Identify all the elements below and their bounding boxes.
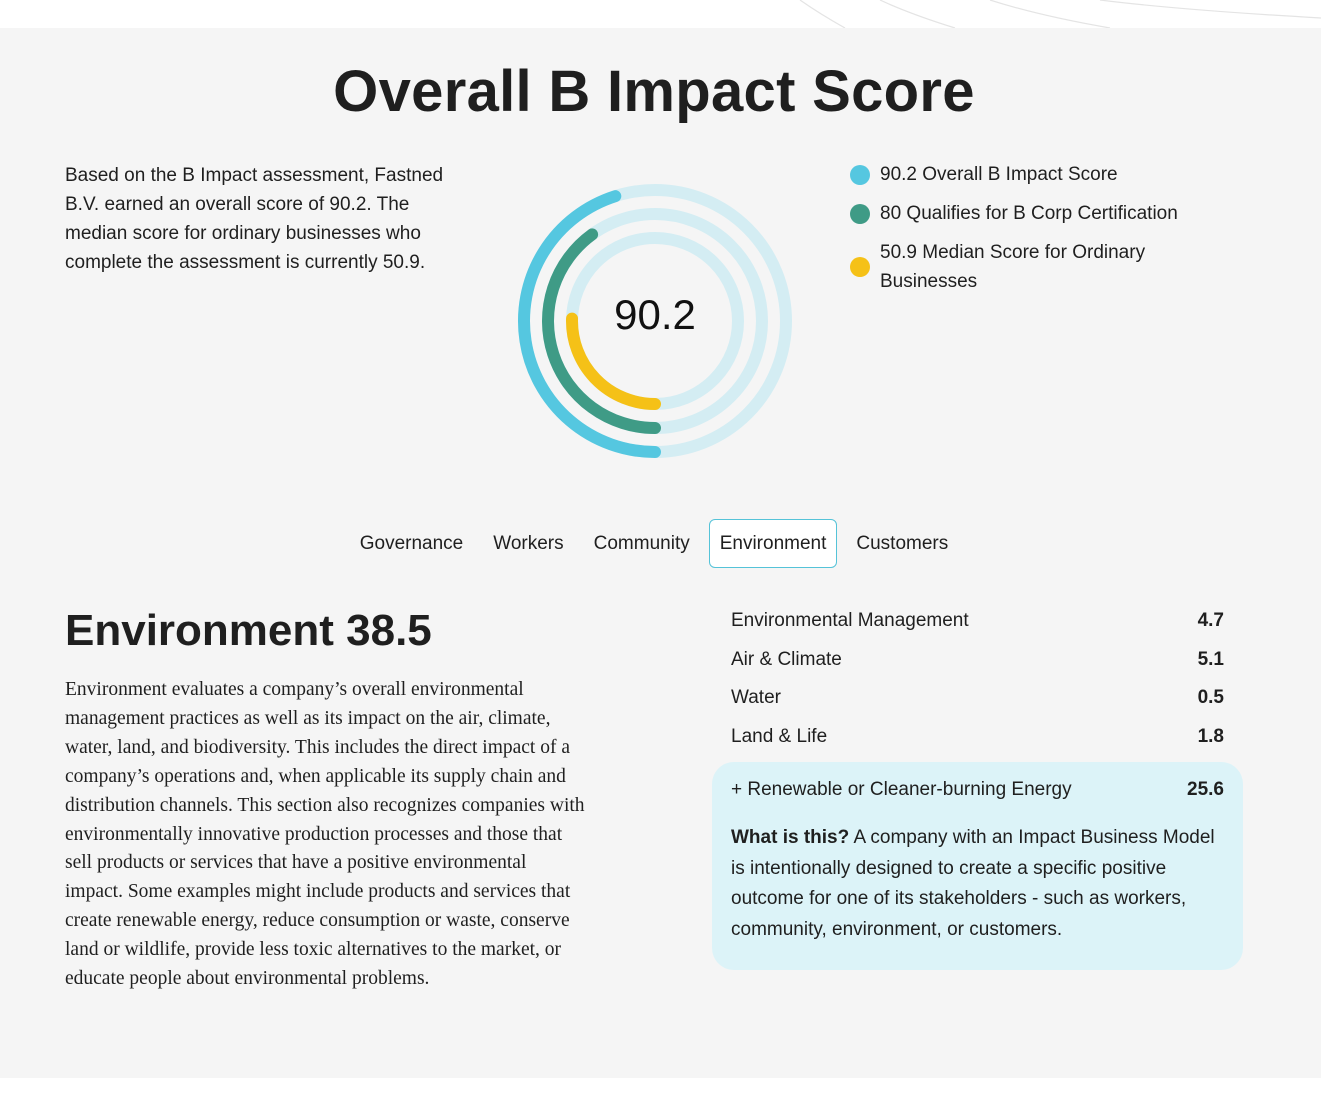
section-description: Environment evaluates a company’s overal… — [65, 679, 585, 990]
metric-label: Environmental Management — [731, 610, 969, 632]
legend-label: 80 Qualifies for B Corp Certification — [880, 203, 1178, 224]
decorative-curves — [799, 0, 1321, 28]
impact-explanation: What is this? A company with an Impact B… — [731, 823, 1224, 945]
intro-text: Based on the B Impact assessment, Fastne… — [65, 165, 444, 273]
score-legend: 90.2 Overall B Impact Score 80 Qualifies… — [849, 160, 1209, 306]
tab-community[interactable]: Community — [583, 519, 701, 568]
metric-value: 0.5 — [1197, 687, 1224, 709]
legend-item-certification: 80 Qualifies for B Corp Certification — [849, 199, 1209, 228]
what-is-this-label: What is this? — [731, 827, 850, 848]
tab-governance[interactable]: Governance — [349, 519, 475, 568]
legend-dot-overall — [850, 165, 870, 185]
metric-value: 1.8 — [1197, 725, 1224, 747]
legend-item-overall: 90.2 Overall B Impact Score — [849, 160, 1209, 189]
legend-dot-certification — [850, 204, 870, 224]
metric-label: Water — [731, 687, 781, 709]
metric-label: Air & Climate — [731, 648, 842, 670]
metric-value: 5.1 — [1197, 648, 1224, 670]
metrics-list: Environmental Management 4.7 Air & Clima… — [731, 602, 1224, 756]
impact-value: 25.6 — [1187, 779, 1224, 800]
impact-business-model-box: + Renewable or Cleaner-burning Energy 25… — [712, 762, 1243, 970]
metric-row: Air & Climate 5.1 — [731, 641, 1224, 680]
ring-center-score: 90.2 — [614, 291, 696, 338]
legend-item-median: 50.9 Median Score for Ordinary Businesse… — [849, 238, 1209, 296]
legend-label: 90.2 Overall B Impact Score — [880, 164, 1118, 185]
score-ring-chart: 90.2 — [517, 183, 793, 459]
legend-dot-median — [850, 257, 870, 277]
impact-label: + Renewable or Cleaner-burning Energy — [731, 779, 1072, 800]
tab-customers[interactable]: Customers — [845, 519, 959, 568]
legend-label: 50.9 Median Score for Ordinary Businesse… — [880, 242, 1146, 292]
metric-row: Land & Life 1.8 — [731, 718, 1224, 757]
tab-workers[interactable]: Workers — [482, 519, 574, 568]
impact-business-model-row: + Renewable or Cleaner-burning Energy 25… — [731, 779, 1224, 801]
metric-row: Environmental Management 4.7 — [731, 602, 1224, 641]
top-strip — [0, 0, 1321, 28]
section-title: Environment 38.5 — [65, 606, 432, 655]
metric-value: 4.7 — [1197, 610, 1224, 632]
impact-area-tabs: Governance Workers Community Environment… — [0, 519, 1308, 568]
tab-environment[interactable]: Environment — [708, 519, 838, 568]
metric-row: Water 0.5 — [731, 679, 1224, 718]
metric-label: Land & Life — [731, 725, 828, 747]
page-title: Overall B Impact Score — [333, 59, 975, 124]
